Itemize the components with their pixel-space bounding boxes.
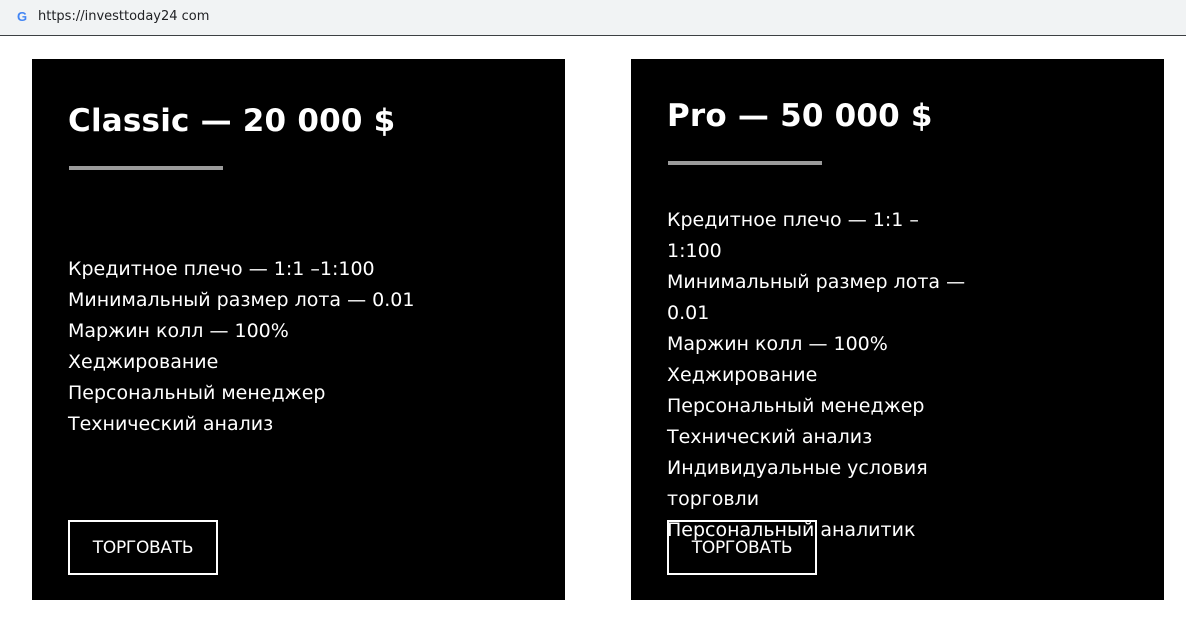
google-g-icon: G [16,9,28,24]
feature-item: Минимальный размер лота — 0.01 [667,271,966,324]
feature-item: Маржин колл — 100% [667,333,888,355]
feature-item: Маржин колл — 100% [68,320,289,342]
feature-list: Кредитное плечо — 1:1 –1:100 Минимальный… [68,254,508,440]
title-underline [69,166,223,170]
feature-item: Индивидуальные условия торговли [667,457,928,510]
plan-card-classic: Classic — 20 000 $ Кредитное плечо — 1:1… [32,59,565,600]
feature-item: Персональный менеджер [68,382,326,404]
feature-item: Кредитное плечо — 1:1 –1:100 [667,209,919,262]
feature-item: Персональный менеджер [667,395,925,417]
feature-item: Минимальный размер лота — 0.01 [68,289,415,311]
plan-title: Classic — 20 000 $ [68,103,396,139]
feature-item: Кредитное плечо — 1:1 –1:100 [68,258,375,280]
feature-item: Хеджирование [667,364,818,386]
feature-item: Технический анализ [667,426,873,448]
feature-item: Хеджирование [68,351,219,373]
plan-card-pro: Pro — 50 000 $ Кредитное плечо — 1:1 –1:… [631,59,1164,600]
title-underline [668,161,822,165]
plan-title: Pro — 50 000 $ [667,98,933,134]
feature-list: Кредитное плечо — 1:1 –1:100 Минимальный… [667,205,967,546]
url-text[interactable]: https://investtoday24 com [38,9,209,25]
feature-item: Технический анализ [68,413,274,435]
browser-address-bar[interactable]: G https://investtoday24 com [0,0,1186,36]
trade-button[interactable]: ТОРГОВАТЬ [68,520,218,575]
trade-button[interactable]: ТОРГОВАТЬ [667,520,817,575]
